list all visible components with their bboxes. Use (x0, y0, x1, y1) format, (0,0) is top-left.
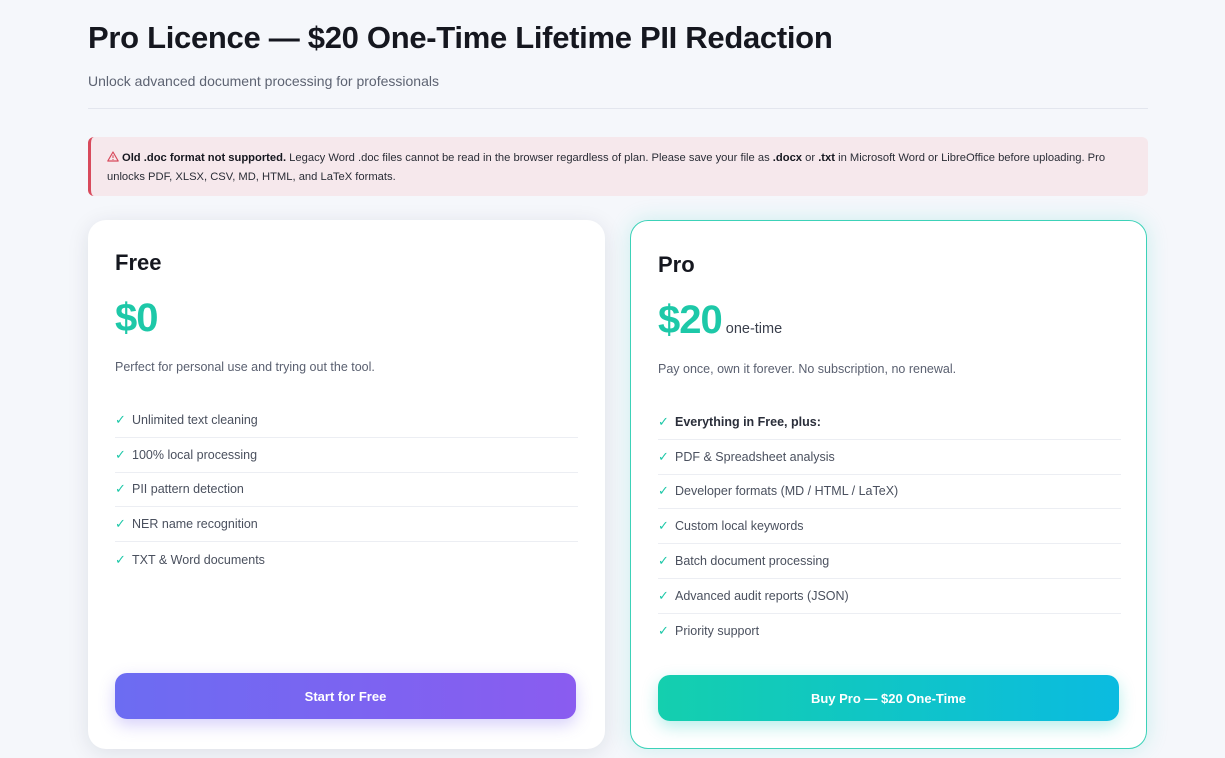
page-subtitle: Unlock advanced document processing for … (88, 73, 439, 89)
feature-label: Developer formats (MD / HTML / LaTeX) (675, 484, 899, 499)
feature-label: NER name recognition (132, 517, 258, 532)
feature-label: Batch document processing (675, 554, 830, 569)
plan-price: $20 (658, 298, 723, 342)
plan-price: $0 (115, 296, 158, 340)
feature-label: Advanced audit reports (JSON) (675, 588, 849, 603)
check-icon: ✓ (658, 518, 669, 534)
feature-item: ✓ Priority support (658, 614, 1121, 649)
check-icon: ✓ (658, 483, 669, 499)
feature-label: TXT & Word documents (132, 552, 265, 567)
header-divider (88, 108, 1148, 109)
feature-item: ✓ NER name recognition (115, 507, 578, 543)
feature-item: ✓ PII pattern detection (115, 473, 578, 508)
feature-label: Custom local keywords (675, 519, 804, 534)
pro-plan-card: Pro $20 one-time Pay once, own it forever… (630, 220, 1147, 749)
alert-text: or (802, 152, 819, 164)
plan-name: Free (115, 250, 162, 275)
feature-label: PII pattern detection (132, 482, 244, 497)
feature-item: ✓ Custom local keywords (658, 509, 1121, 545)
check-icon: ✓ (115, 446, 126, 462)
feature-item: ✓ TXT & Word documents (115, 542, 578, 577)
page-title: Pro Licence — $20 One-Time Lifetime PII … (88, 20, 833, 55)
check-icon: ✓ (115, 551, 126, 567)
feature-label: Unlimited text cleaning (132, 412, 258, 427)
format-warning-alert: Old .doc format not supported. Legacy Wo… (88, 137, 1148, 196)
feature-item: ✓ Developer formats (MD / HTML / LaTeX) (658, 475, 1121, 510)
check-icon: ✓ (115, 411, 126, 427)
plan-description: Perfect for personal use and trying out … (115, 360, 375, 374)
plan-name: Pro (658, 252, 695, 277)
feature-item: ✓ Batch document processing (658, 544, 1121, 579)
feature-item: ✓ PDF & Spreadsheet analysis (658, 440, 1121, 475)
check-icon: ✓ (658, 448, 669, 464)
start-free-button[interactable]: Start for Free (115, 673, 576, 719)
price-suffix: one-time (725, 321, 783, 337)
price-row: $20 one-time (658, 298, 782, 343)
check-icon: ✓ (658, 553, 669, 569)
feature-label: Priority support (675, 624, 760, 639)
alert-text: Legacy Word .doc files cannot be read in… (286, 152, 773, 164)
feature-label: PDF & Spreadsheet analysis (675, 449, 835, 464)
alert-ext-txt: .txt (818, 152, 835, 164)
feature-item: ✓ Advanced audit reports (JSON) (658, 579, 1121, 614)
check-icon: ✓ (658, 623, 669, 639)
price-row: $0 (115, 296, 158, 341)
feature-item: ✓ 100% local processing (115, 438, 578, 473)
alert-ext-docx: .docx (772, 152, 803, 164)
feature-label: 100% local processing (132, 447, 258, 462)
check-icon: ✓ (115, 481, 126, 497)
alert-heading: Old .doc format not supported. (122, 152, 287, 164)
check-icon: ✓ (658, 413, 669, 429)
feature-item: ✓ Unlimited text cleaning (115, 403, 578, 438)
feature-list: ✓ Unlimited text cleaning ✓ 100% local pro… (115, 403, 578, 577)
warning-triangle-icon (107, 151, 119, 162)
buy-pro-button[interactable]: Buy Pro — $20 One-Time (658, 675, 1119, 721)
feature-label: Everything in Free, plus: (675, 414, 821, 429)
feature-list: ✓ Everything in Free, plus: ✓ PDF & Spread… (658, 405, 1121, 649)
free-plan-card: Free $0 Perfect for personal use and try… (88, 220, 605, 749)
check-icon: ✓ (658, 587, 669, 603)
check-icon: ✓ (115, 516, 126, 532)
plan-description: Pay once, own it forever. No subscriptio… (658, 362, 957, 376)
feature-item: ✓ Everything in Free, plus: (658, 405, 1121, 440)
